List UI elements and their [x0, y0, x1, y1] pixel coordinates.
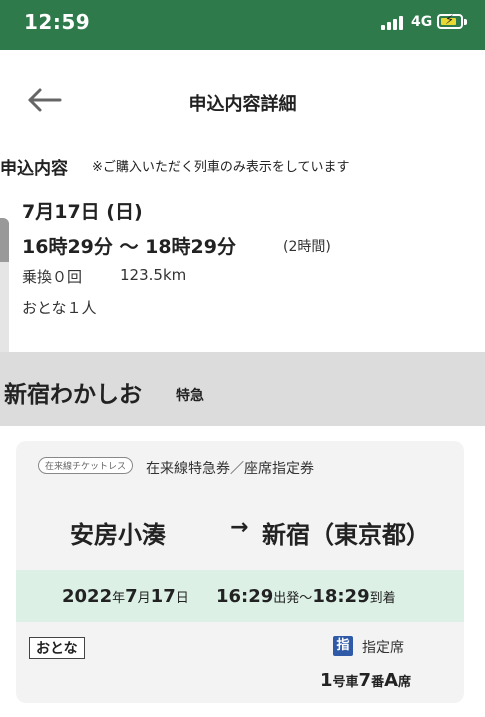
reserved-seat-icon: 指 — [333, 636, 353, 656]
arrival-time: 18:29 — [312, 586, 370, 607]
car-number: 1 — [320, 670, 333, 691]
seat-row-unit: 番 — [371, 675, 385, 690]
seat-number: 1号車7番A席 — [320, 670, 411, 691]
arrival-label: 到着 — [369, 591, 396, 606]
network-label: 4G — [411, 14, 433, 30]
section-title: 申込内容 — [0, 159, 68, 179]
ticket-kind: 在来線特急券／座席指定券 — [146, 461, 314, 477]
train-type: 特急 — [176, 388, 204, 404]
schedule-times: 16:29出発〜18:29到着 — [216, 586, 396, 607]
passenger-count: おとな１人 — [22, 299, 97, 317]
schedule-day-unit: 日 — [175, 591, 189, 606]
route-to: 新宿（東京都） — [262, 521, 430, 549]
schedule-month-unit: 月 — [137, 591, 151, 606]
seat-letter-unit: 席 — [398, 675, 412, 690]
schedule-date: 2022年7月17日 — [62, 586, 189, 607]
battery-tip — [464, 19, 467, 25]
time-range: 16時29分 〜 18時29分 — [22, 236, 236, 258]
seat-type: 指定席 — [362, 640, 404, 656]
departure-label: 出発〜 — [273, 591, 313, 606]
card-edge-top — [0, 218, 9, 262]
section-note: ※ご購入いただく列車のみ表示をしています — [92, 160, 350, 175]
status-bar: 12:59 4G ⚡ — [0, 0, 485, 50]
travel-duration: (2時間) — [283, 239, 331, 255]
route-arrow: → — [230, 515, 249, 540]
schedule-day: 17 — [150, 586, 176, 607]
travel-date: 7月17日 (日) — [22, 201, 143, 223]
departure-time: 16:29 — [216, 586, 274, 607]
page-title: 申込内容詳細 — [188, 94, 297, 115]
seat-letter: A — [384, 670, 399, 691]
status-time: 12:59 — [24, 10, 91, 34]
car-unit: 号車 — [332, 675, 359, 690]
schedule-month: 7 — [125, 586, 138, 607]
travel-time: 16時29分 〜 18時29分 — [22, 232, 236, 259]
route-from: 安房小湊 — [70, 521, 166, 549]
schedule-year-unit: 年 — [112, 591, 126, 606]
signal-icon — [381, 16, 405, 30]
train-name: 新宿わかしお — [4, 382, 142, 408]
battery-icon: ⚡ — [437, 13, 463, 29]
distance: 123.5km — [120, 266, 187, 284]
seat-row: 7 — [358, 670, 372, 691]
transfer-count: 乗換０回 — [22, 268, 83, 286]
fare-type-badge: おとな — [29, 637, 85, 659]
schedule-year: 2022 — [62, 586, 113, 607]
ticketless-badge: 在来線チケットレス — [38, 457, 134, 474]
